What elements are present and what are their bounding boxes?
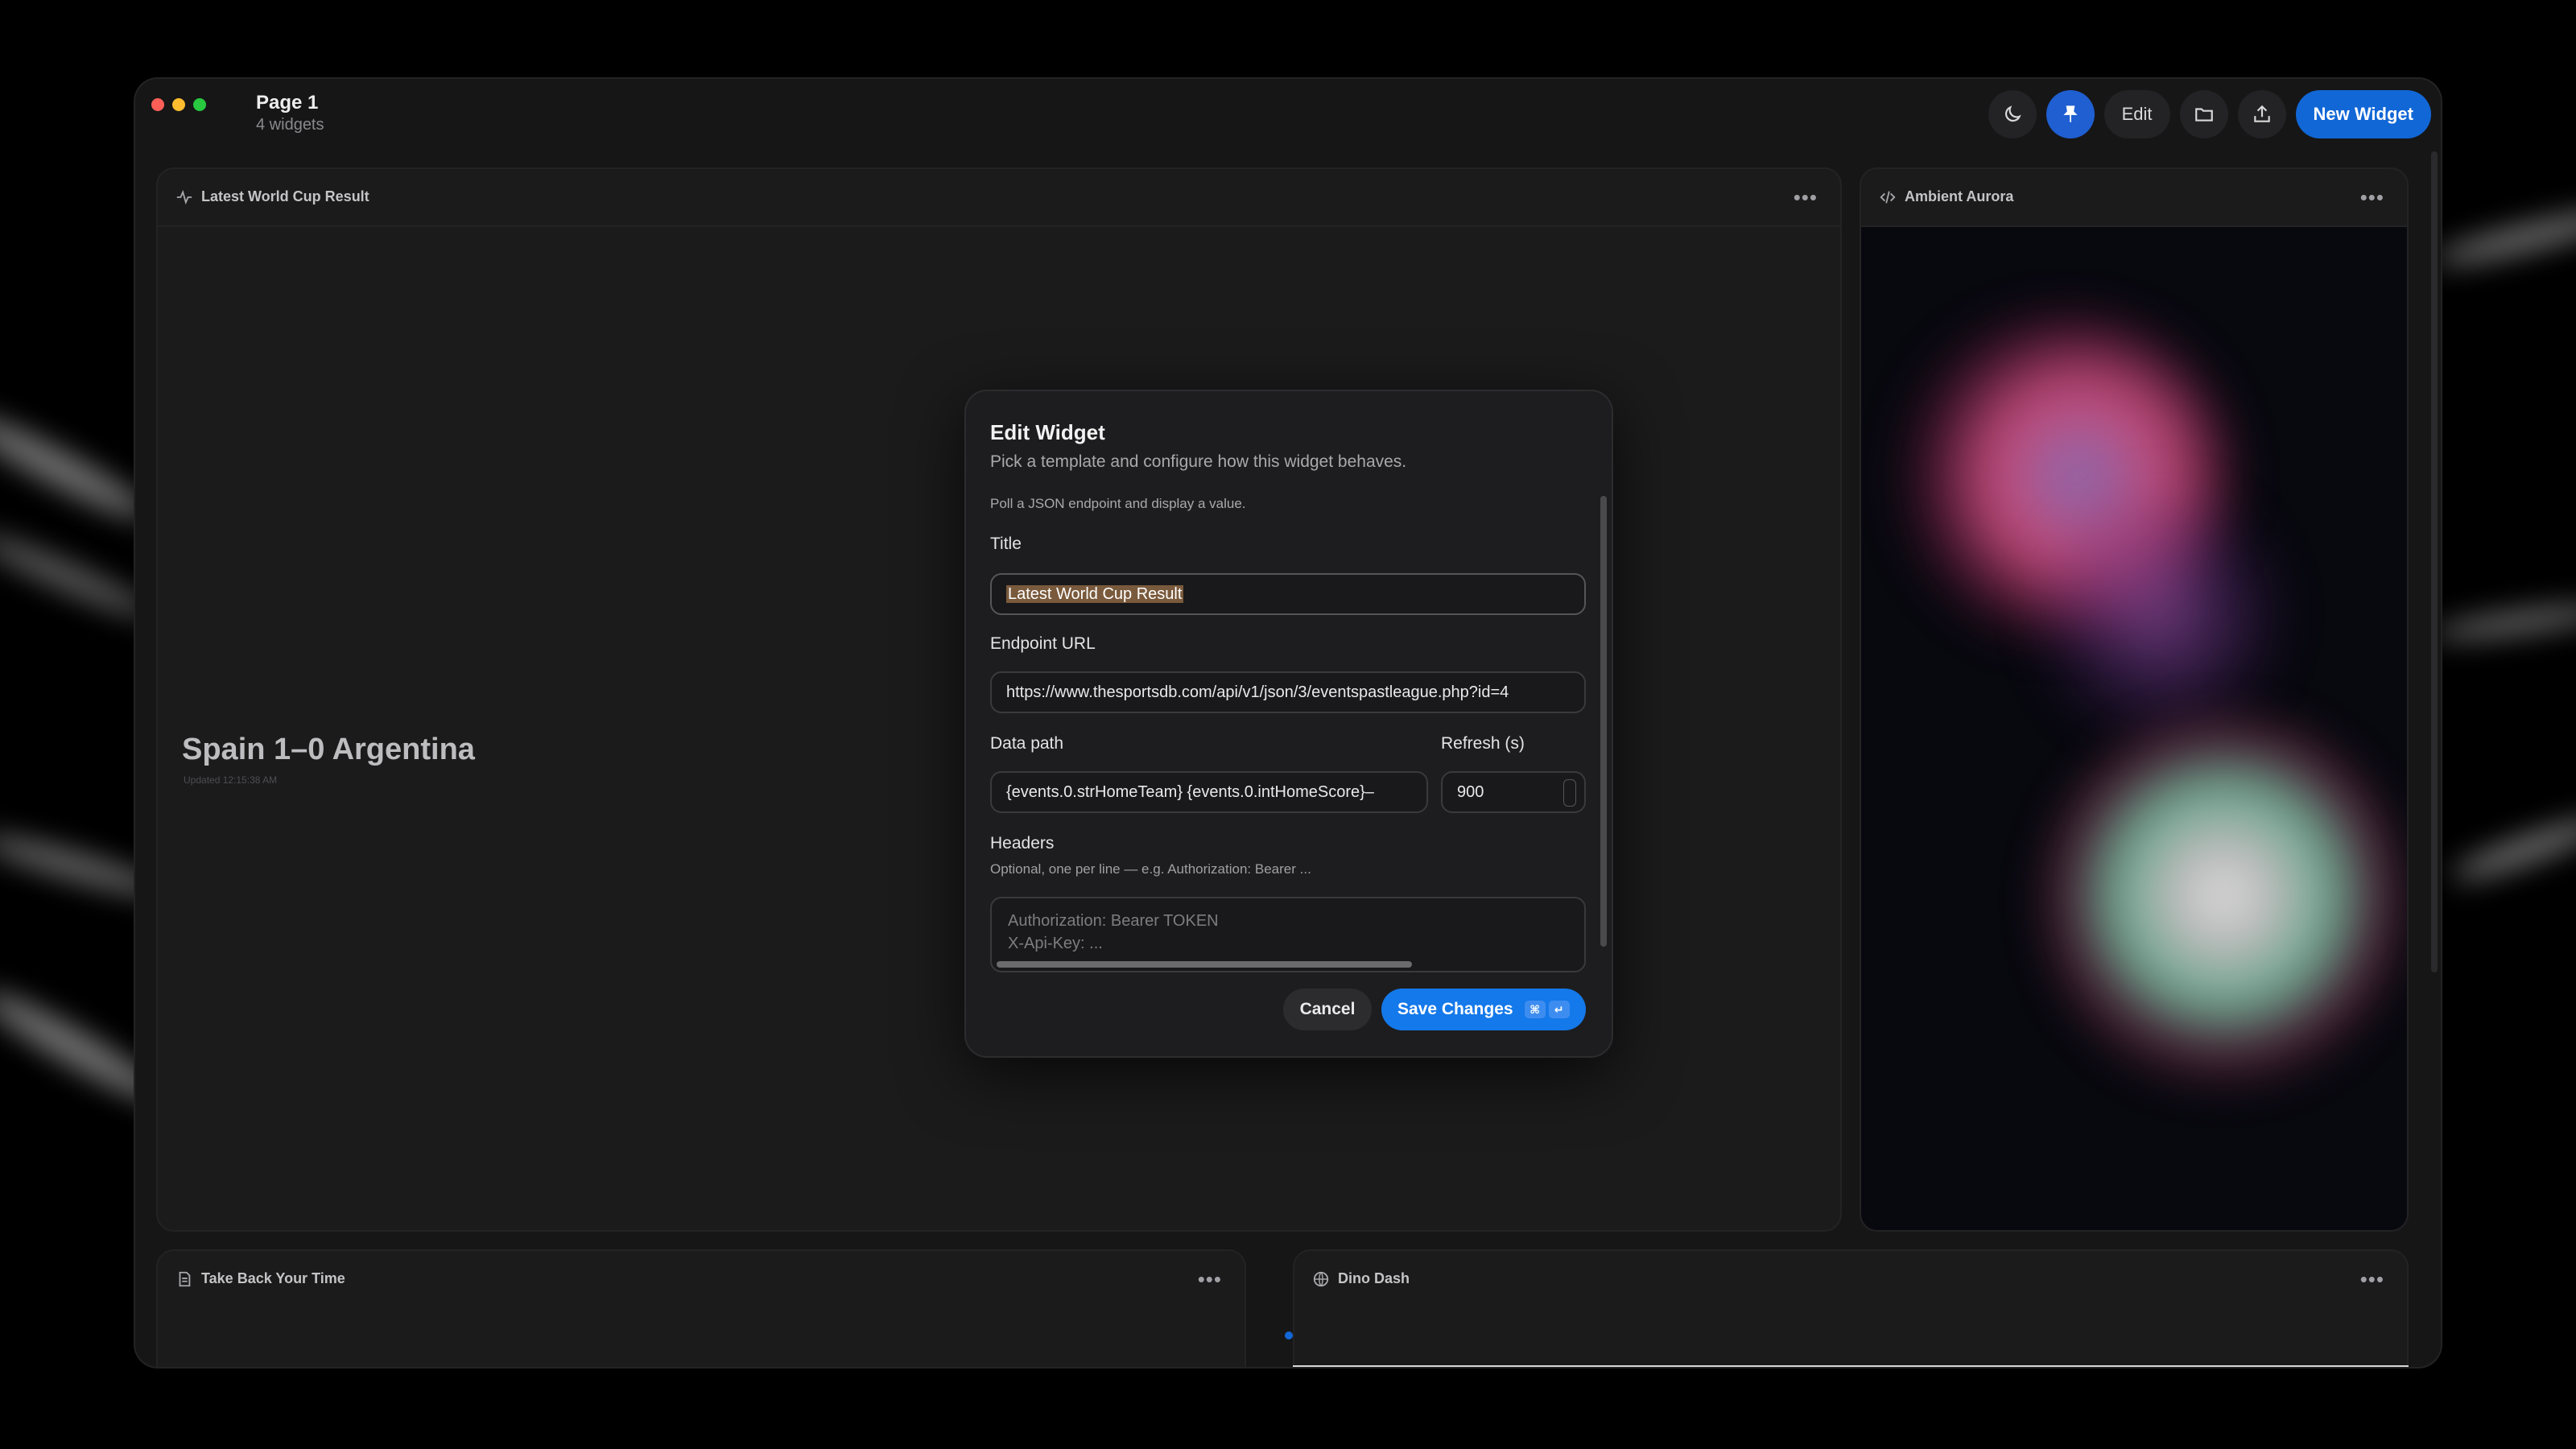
window-scrollbar[interactable] xyxy=(2431,151,2438,972)
headers-placeholder-line: Authorization: Bearer TOKEN xyxy=(1008,912,1219,930)
refresh-label: Refresh (s) xyxy=(1441,734,1525,753)
headers-label: Headers xyxy=(990,834,1055,852)
background-streak xyxy=(2447,810,2576,889)
background-streak xyxy=(0,525,158,626)
headers-help: Optional, one per line — e.g. Authorizat… xyxy=(990,861,1311,877)
document-icon xyxy=(179,1271,191,1287)
close-window-button[interactable] xyxy=(151,98,164,111)
widget-header: Take Back Your Time ••• xyxy=(158,1251,1245,1307)
headers-textarea[interactable]: Authorization: Bearer TOKEN X-Api-Key: .… xyxy=(990,897,1586,972)
title-bar: Page 1 4 widgets Edit New Widget xyxy=(135,79,2441,167)
resize-handle[interactable] xyxy=(1285,1331,1293,1340)
refresh-stepper[interactable] xyxy=(1563,779,1576,807)
globe-icon xyxy=(1313,1271,1329,1287)
dino-dash-underline xyxy=(1293,1365,2409,1367)
widget-more-button[interactable]: ••• xyxy=(2360,1267,2384,1292)
theme-toggle-button[interactable] xyxy=(1988,90,2037,138)
dialog-subtitle: Pick a template and configure how this w… xyxy=(990,452,1407,471)
title-input-value: Latest World Cup Result xyxy=(1006,585,1184,603)
edit-widget-dialog: Edit Widget Pick a template and configur… xyxy=(964,390,1613,1058)
widget-ambient-aurora: Ambient Aurora ••• xyxy=(1860,167,2409,1232)
refresh-input[interactable]: 900 xyxy=(1441,771,1586,813)
page-title: Page 1 xyxy=(256,92,319,114)
widget-more-button[interactable]: ••• xyxy=(2360,185,2384,210)
folder-icon xyxy=(2194,108,2213,122)
data-path-input[interactable]: {events.0.strHomeTeam} {events.0.intHome… xyxy=(990,771,1428,813)
window-controls xyxy=(151,98,206,111)
data-path-label: Data path xyxy=(990,734,1064,753)
toolbar: Edit New Widget xyxy=(1988,90,2431,138)
cancel-button[interactable]: Cancel xyxy=(1283,989,1372,1030)
moon-icon xyxy=(2004,105,2021,122)
widget-title: Dino Dash xyxy=(1338,1270,1410,1286)
updated-time: Updated 12:15:38 AM xyxy=(184,774,278,786)
headers-placeholder-line: X-Api-Key: ... xyxy=(1008,935,1103,952)
aurora-canvas xyxy=(1861,227,2407,1230)
textarea-scrollbar[interactable] xyxy=(997,961,1412,968)
widget-more-button[interactable]: ••• xyxy=(1198,1267,1222,1292)
widget-title: Take Back Your Time xyxy=(201,1270,345,1286)
edit-button[interactable]: Edit xyxy=(2103,90,2170,138)
code-icon xyxy=(1880,191,1896,204)
background-streak xyxy=(2430,599,2576,646)
pin-button[interactable] xyxy=(2046,90,2095,138)
title-label: Title xyxy=(990,535,1022,553)
background-streak xyxy=(0,403,157,530)
open-folder-button[interactable] xyxy=(2179,90,2228,138)
new-widget-button[interactable]: New Widget xyxy=(2295,90,2431,138)
share-icon xyxy=(2253,105,2270,122)
widget-header: Latest World Cup Result ••• xyxy=(158,169,1840,227)
widget-count: 4 widgets xyxy=(256,116,324,134)
endpoint-url-input[interactable]: https://www.thesportsdb.com/api/v1/json/… xyxy=(990,671,1586,713)
template-description: Poll a JSON endpoint and display a value… xyxy=(990,496,1246,511)
background-streak xyxy=(2430,202,2576,273)
refresh-value: 900 xyxy=(1457,783,1484,801)
aurora-blob xyxy=(2038,485,2280,742)
dialog-scrollbar[interactable] xyxy=(1600,496,1607,947)
widget-header: Dino Dash ••• xyxy=(1294,1251,2407,1307)
widget-take-back-your-time: Take Back Your Time ••• xyxy=(156,1249,1246,1367)
endpoint-url-label: Endpoint URL xyxy=(990,634,1096,653)
widget-value: Spain 1–0 Argentina xyxy=(182,733,475,766)
zoom-window-button[interactable] xyxy=(193,98,206,111)
widget-title: Latest World Cup Result xyxy=(201,188,369,204)
keyboard-shortcut: ⌘ ↵ xyxy=(1524,1001,1570,1018)
widget-more-button[interactable]: ••• xyxy=(1794,185,1818,210)
title-input[interactable]: Latest World Cup Result xyxy=(990,573,1586,615)
dialog-title: Edit Widget xyxy=(990,420,1105,444)
pin-icon xyxy=(2063,105,2078,122)
save-changes-button[interactable]: Save Changes ⌘ ↵ xyxy=(1381,989,1586,1030)
activity-icon xyxy=(176,189,192,205)
save-changes-label: Save Changes xyxy=(1397,1000,1513,1018)
share-button[interactable] xyxy=(2237,90,2286,138)
widget-dino-dash: Dino Dash ••• xyxy=(1293,1249,2409,1367)
command-key-icon: ⌘ xyxy=(1524,1001,1546,1018)
return-key-icon: ↵ xyxy=(1548,1001,1570,1018)
widget-header: Ambient Aurora ••• xyxy=(1861,169,2407,227)
minimize-window-button[interactable] xyxy=(172,98,185,111)
widget-title: Ambient Aurora xyxy=(1905,188,2014,204)
aurora-blob xyxy=(2038,710,2407,1096)
